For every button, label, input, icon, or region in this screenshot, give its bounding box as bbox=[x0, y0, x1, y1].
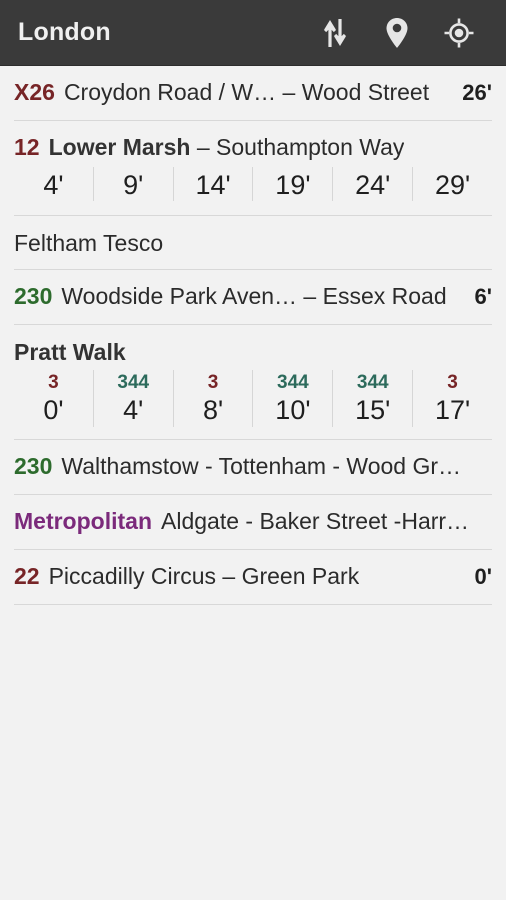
time-cell[interactable]: 14' bbox=[172, 167, 253, 202]
time-cell[interactable]: 3 8' bbox=[172, 370, 253, 427]
times-strip[interactable]: 3 0' 344 4' 3 8' 344 10' 344 15' 3 17' bbox=[14, 370, 492, 438]
departure-list[interactable]: X26 Croydon Road / W… – Wood Street 26' 12 L… bbox=[0, 66, 506, 605]
time-value: 4' bbox=[43, 170, 64, 200]
time-cell[interactable]: 344 10' bbox=[252, 370, 332, 427]
time-cell[interactable]: 3 0' bbox=[14, 370, 93, 426]
time-route-badge: 344 bbox=[277, 372, 309, 394]
departure-line[interactable]: Metropolitan Aldgate - Baker Street -Harr… bbox=[14, 495, 492, 549]
time-value: 0' bbox=[43, 395, 64, 426]
time-value: 24' bbox=[355, 170, 391, 200]
departure-row[interactable]: 12 Lower Marsh – Southampton Way 4' 9' 14' 19… bbox=[0, 121, 506, 215]
stop-name: Lower Marsh bbox=[48, 134, 191, 160]
time-value: 9' bbox=[123, 170, 144, 200]
time-route-badge: 3 bbox=[48, 372, 59, 394]
departure-line[interactable]: 230 Woodside Park Aven… – Essex Road 6' bbox=[14, 270, 492, 324]
departure-row[interactable]: X26 Croydon Road / W… – Wood Street 26' bbox=[0, 66, 506, 120]
time-value: 29' bbox=[434, 170, 471, 200]
destination-text: Croydon Road / W… – Wood Street bbox=[63, 79, 430, 105]
departure-line[interactable]: X26 Croydon Road / W… – Wood Street 26' bbox=[14, 66, 492, 120]
sort-swap-button[interactable] bbox=[304, 0, 366, 66]
stop-header: Feltham Tesco bbox=[14, 230, 164, 257]
time-route-badge: 3 bbox=[447, 372, 458, 394]
time-route-badge: 3 bbox=[207, 372, 219, 394]
time-route-badge: 344 bbox=[117, 372, 150, 394]
route-badge: X26 bbox=[14, 79, 55, 105]
time-value: 19' bbox=[275, 170, 311, 200]
departure-row[interactable]: Feltham Tesco bbox=[0, 216, 506, 269]
eta-value: 6' bbox=[474, 284, 492, 310]
time-cell[interactable]: 9' bbox=[92, 167, 173, 202]
my-location-icon bbox=[443, 17, 475, 49]
page-title: London bbox=[18, 18, 111, 46]
destination-text: Woodside Park Aven… – Essex Road bbox=[61, 283, 447, 310]
destination-text: Piccadilly Circus – Green Park bbox=[48, 562, 360, 589]
row-divider bbox=[14, 603, 492, 605]
time-route-badge: 344 bbox=[356, 372, 389, 394]
route-badge: 230 bbox=[14, 283, 53, 310]
departure-line[interactable]: 12 Lower Marsh – Southampton Way bbox=[14, 121, 492, 167]
departure-row[interactable]: 230 Walthamstow - Tottenham - Wood Gr… bbox=[0, 440, 506, 494]
departure-line[interactable]: 22 Piccadilly Circus – Green Park 0' bbox=[14, 550, 492, 604]
time-value: 10' bbox=[275, 395, 311, 426]
time-cell[interactable]: 24' bbox=[332, 167, 412, 202]
route-badge: 230 bbox=[14, 452, 53, 479]
time-value: 15' bbox=[355, 395, 391, 426]
destination-text: Lower Marsh – Southampton Way bbox=[48, 134, 405, 160]
time-cell[interactable]: 3 17' bbox=[412, 370, 492, 427]
map-pin-button[interactable] bbox=[366, 0, 428, 66]
time-value: 8' bbox=[202, 395, 224, 426]
departure-row[interactable]: Metropolitan Aldgate - Baker Street -Harr… bbox=[0, 495, 506, 549]
departure-row[interactable]: Pratt Walk 3 0' 344 4' 3 8' 344 10' 344 15' 3 17' bbox=[0, 325, 506, 438]
map-pin-icon bbox=[385, 17, 409, 49]
eta-value: 26' bbox=[462, 80, 492, 105]
stop-header: Pratt Walk bbox=[14, 339, 126, 366]
time-cell[interactable]: 344 4' bbox=[92, 370, 173, 427]
departure-row[interactable]: 22 Piccadilly Circus – Green Park 0' bbox=[0, 550, 506, 604]
route-badge: 12 bbox=[14, 134, 40, 160]
time-cell[interactable]: 29' bbox=[412, 167, 492, 202]
time-value: 4' bbox=[123, 395, 144, 426]
departure-line[interactable]: 230 Walthamstow - Tottenham - Wood Gr… bbox=[14, 440, 492, 494]
time-cell[interactable]: 4' bbox=[14, 167, 93, 201]
time-cell[interactable]: 19' bbox=[252, 167, 332, 202]
time-cell[interactable]: 344 15' bbox=[332, 370, 412, 427]
destination-text: Walthamstow - Tottenham - Wood Gr… bbox=[61, 452, 462, 479]
sort-swap-icon bbox=[322, 18, 348, 48]
action-bar: London bbox=[0, 0, 506, 66]
route-badge: Metropolitan bbox=[14, 507, 152, 534]
route-badge: 22 bbox=[14, 562, 40, 589]
times-strip[interactable]: 4' 9' 14' 19' 24' 29' bbox=[14, 167, 492, 215]
time-value: 14' bbox=[195, 170, 231, 200]
action-bar-buttons bbox=[304, 0, 490, 66]
departure-row[interactable]: 230 Woodside Park Aven… – Essex Road 6' bbox=[0, 270, 506, 324]
time-value: 17' bbox=[434, 395, 471, 426]
eta-value: 0' bbox=[474, 563, 492, 589]
my-location-button[interactable] bbox=[428, 0, 490, 66]
destination-text: Aldgate - Baker Street -Harr… bbox=[161, 507, 470, 534]
